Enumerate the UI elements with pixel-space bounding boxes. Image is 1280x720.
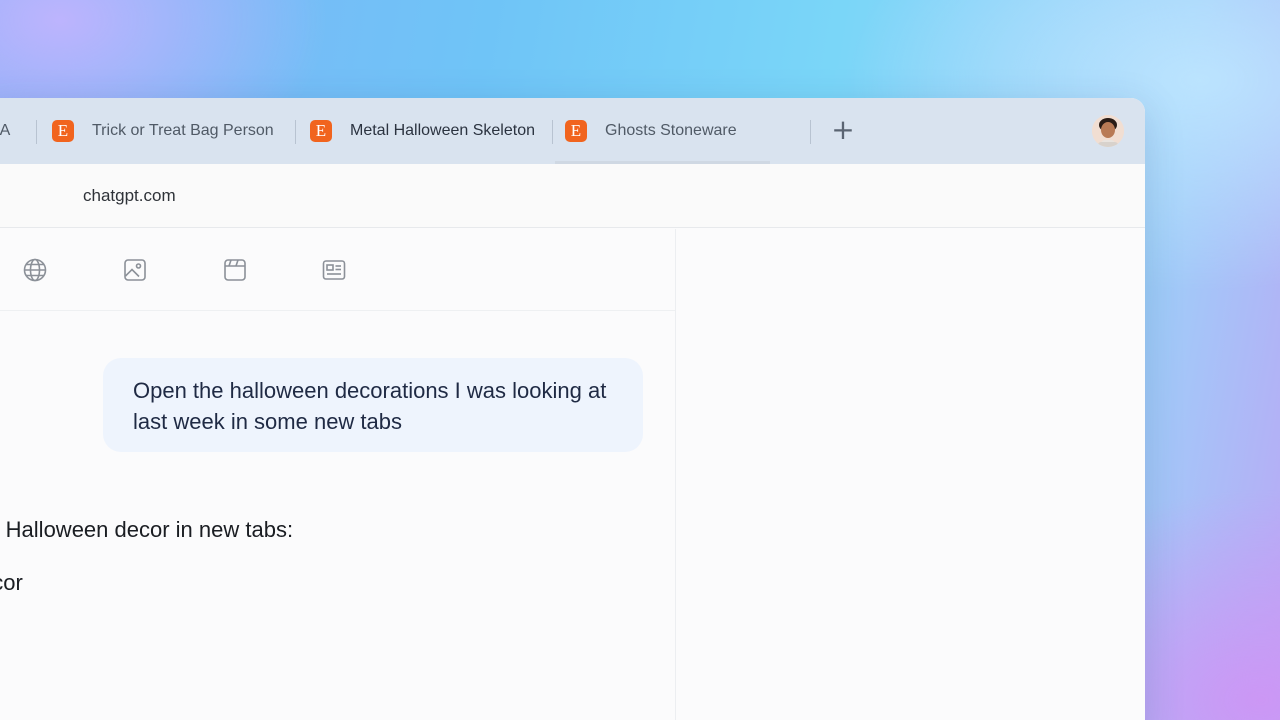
tab-separator xyxy=(36,120,37,144)
tab-separator xyxy=(810,120,811,144)
etsy-favicon-icon: E xyxy=(310,120,332,142)
new-tab-button[interactable]: + xyxy=(830,116,856,144)
tab-strip: all A E Trick or Treat Bag Person E Meta… xyxy=(0,98,1145,164)
tab-2[interactable]: E Trick or Treat Bag Person xyxy=(52,98,292,164)
assistant-message-line: or Halloween decor in new tabs: xyxy=(0,517,294,542)
url-text[interactable]: chatgpt.com xyxy=(83,186,176,206)
globe-icon[interactable] xyxy=(22,257,48,283)
news-icon[interactable] xyxy=(321,257,347,283)
image-icon[interactable] xyxy=(122,257,148,283)
assistant-message-line: ecor xyxy=(0,570,23,595)
tab-separator xyxy=(552,120,553,144)
tab-label: Trick or Treat Bag Person xyxy=(92,122,274,139)
tab-3[interactable]: E Metal Halloween Skeleton xyxy=(310,98,555,164)
address-bar[interactable]: chatgpt.com xyxy=(0,164,1145,228)
chat-tool-row xyxy=(0,229,675,311)
video-icon[interactable] xyxy=(222,257,248,283)
sidebar-divider xyxy=(675,229,676,720)
tab-separator xyxy=(295,120,296,144)
user-message-bubble: Open the halloween decorations I was loo… xyxy=(103,358,643,452)
etsy-favicon-icon: E xyxy=(565,120,587,142)
tab-label: Metal Halloween Skeleton xyxy=(350,122,535,139)
tab-label: all A xyxy=(0,122,11,139)
tab-1[interactable]: all A xyxy=(0,98,36,164)
profile-avatar[interactable] xyxy=(1092,115,1124,147)
tab-4[interactable]: E Ghosts Stoneware xyxy=(565,98,810,164)
etsy-favicon-icon: E xyxy=(52,120,74,142)
tab-label: Ghosts Stoneware xyxy=(605,122,737,139)
browser-window: all A E Trick or Treat Bag Person E Meta… xyxy=(0,98,1145,720)
content-area: Open the halloween decorations I was loo… xyxy=(0,229,1145,720)
